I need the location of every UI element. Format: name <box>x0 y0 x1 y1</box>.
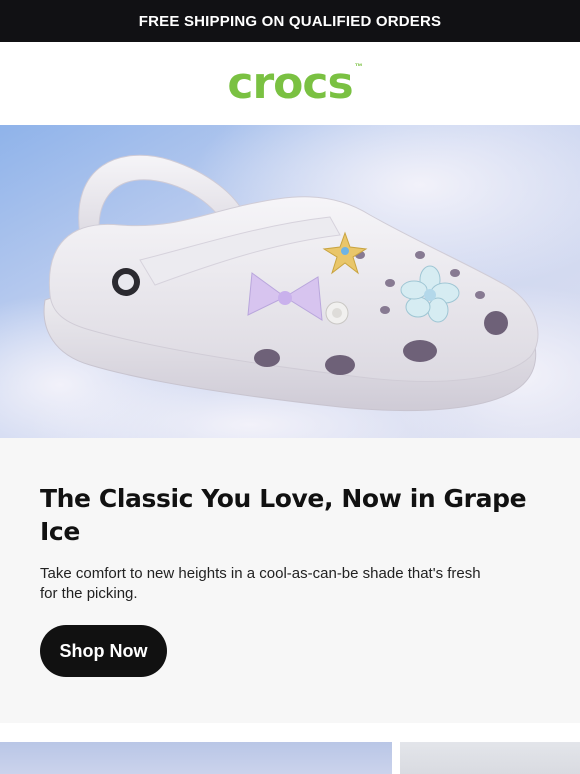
email-header: crocs ™ <box>0 42 580 125</box>
promo-body: Take comfort to new heights in a cool-as… <box>40 565 481 602</box>
hero-image[interactable] <box>0 125 580 438</box>
promo-section: The Classic You Love, Now in Grape Ice T… <box>0 438 580 723</box>
preview-image-right[interactable] <box>400 742 580 774</box>
announcement-text: FREE SHIPPING ON QUALIFIED ORDERS <box>138 12 442 30</box>
white-clog-with-charms-image <box>0 125 580 438</box>
promo-headline: The Classic You Love, Now in Grape Ice <box>40 484 527 546</box>
crocs-logo[interactable]: crocs ™ <box>227 61 362 106</box>
logo-trademark: ™ <box>354 61 363 71</box>
shop-now-button[interactable]: Shop Now <box>40 625 167 677</box>
announcement-bar: FREE SHIPPING ON QUALIFIED ORDERS <box>0 0 580 42</box>
section-divider <box>0 723 580 742</box>
next-section-preview <box>0 742 580 774</box>
preview-image-left[interactable] <box>0 742 392 774</box>
logo-wordmark: crocs <box>227 57 353 109</box>
